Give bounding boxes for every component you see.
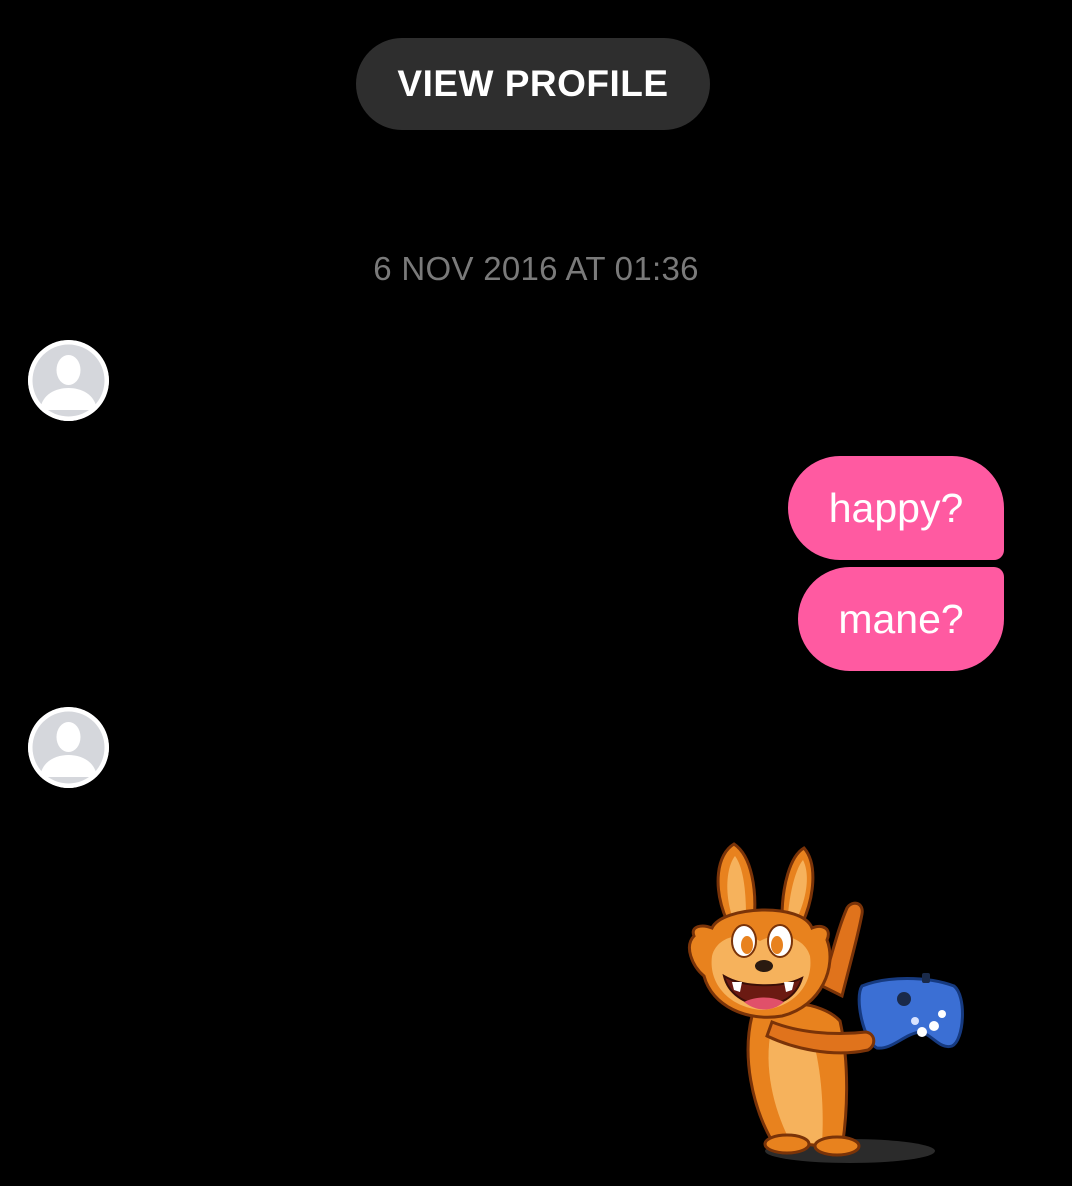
default-user-icon bbox=[28, 340, 109, 421]
view-profile-button[interactable]: VIEW PROFILE bbox=[356, 38, 710, 130]
fox-with-controller-icon bbox=[688, 842, 964, 1163]
contact-avatar[interactable] bbox=[28, 340, 109, 421]
message-timestamp: 6 NOV 2016 AT 01:36 bbox=[373, 250, 699, 287]
contact-avatar[interactable] bbox=[28, 707, 109, 788]
default-user-icon bbox=[28, 707, 109, 788]
sent-message-bubble[interactable]: mane? bbox=[798, 567, 1004, 671]
fox-sticker[interactable] bbox=[672, 836, 972, 1166]
sent-message-bubble[interactable]: happy? bbox=[788, 456, 1004, 560]
